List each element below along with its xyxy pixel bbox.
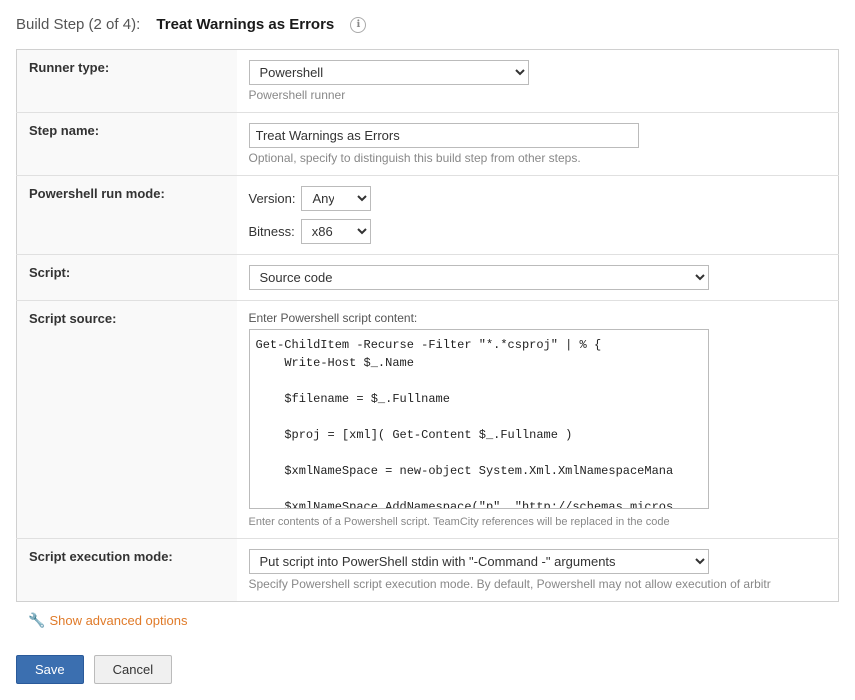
step-name-input[interactable] [249, 123, 639, 148]
runner-type-label: Runner type: [17, 50, 237, 113]
powershell-run-mode-label: Powershell run mode: [17, 176, 237, 255]
save-button[interactable]: Save [16, 655, 84, 684]
script-execution-mode-row: Script execution mode: Put script into P… [17, 539, 839, 602]
bitness-row: Bitness: x86x64 [249, 219, 827, 244]
bitness-select[interactable]: x86x64 [301, 219, 371, 244]
info-icon[interactable]: ℹ [350, 17, 366, 33]
version-row: Version: Any [249, 186, 827, 211]
title-step-prefix: Build Step (2 of 4): [16, 16, 140, 33]
script-code-textarea[interactable]: Get-ChildItem -Recurse -Filter "*.*cspro… [249, 329, 709, 509]
script-value-cell: Source codeFile [237, 255, 839, 301]
script-row: Script: Source codeFile [17, 255, 839, 301]
step-name-hint: Optional, specify to distinguish this bu… [249, 151, 827, 165]
powershell-run-mode-value-cell: Version: Any Bitness: x86x64 [237, 176, 839, 255]
step-name-value-cell: Optional, specify to distinguish this bu… [237, 113, 839, 176]
code-label: Enter Powershell script content: [249, 311, 827, 325]
step-name-label: Step name: [17, 113, 237, 176]
form-table: Runner type: Powershell Powershell runne… [16, 49, 839, 602]
runner-type-hint: Powershell runner [249, 88, 827, 102]
page-title: Build Step (2 of 4): Treat Warnings as E… [16, 16, 839, 33]
script-select[interactable]: Source codeFile [249, 265, 709, 290]
title-main: Treat Warnings as Errors [156, 16, 334, 33]
runner-type-value-cell: Powershell Powershell runner [237, 50, 839, 113]
runner-type-select[interactable]: Powershell [249, 60, 529, 85]
script-source-row: Script source: Enter Powershell script c… [17, 301, 839, 539]
script-execution-mode-hint: Specify Powershell script execution mode… [249, 577, 827, 591]
step-name-row: Step name: Optional, specify to distingu… [17, 113, 839, 176]
version-select[interactable]: Any [301, 186, 371, 211]
version-label: Version: [249, 191, 296, 206]
advanced-options-label: Show advanced options [49, 613, 187, 628]
script-execution-mode-select[interactable]: Put script into PowerShell stdin with "-… [249, 549, 709, 574]
script-source-label: Script source: [17, 301, 237, 539]
runner-type-row: Runner type: Powershell Powershell runne… [17, 50, 839, 113]
script-execution-mode-value-cell: Put script into PowerShell stdin with "-… [237, 539, 839, 602]
powershell-run-mode-row: Powershell run mode: Version: Any Bitnes… [17, 176, 839, 255]
script-execution-mode-label: Script execution mode: [17, 539, 237, 602]
wrench-icon: 🔧 [28, 612, 45, 629]
bitness-label: Bitness: [249, 224, 295, 239]
cancel-button[interactable]: Cancel [94, 655, 172, 684]
script-source-hint: Enter contents of a Powershell script. T… [249, 516, 827, 528]
script-source-value-cell: Enter Powershell script content: Get-Chi… [237, 301, 839, 539]
code-area-wrapper: Get-ChildItem -Recurse -Filter "*.*cspro… [249, 329, 827, 512]
script-label: Script: [17, 255, 237, 301]
show-advanced-options[interactable]: 🔧 Show advanced options [16, 602, 839, 639]
buttons-row: Save Cancel [16, 639, 839, 684]
